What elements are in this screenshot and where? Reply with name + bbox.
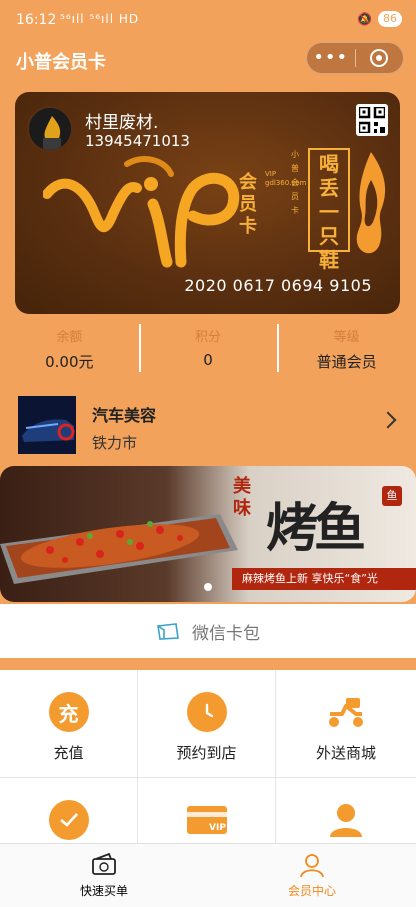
grid-item-delivery[interactable]: 外送商城 [276,670,416,778]
grid-item-label: 外送商城 [315,744,376,762]
member-icon [299,852,325,878]
user-icon [326,800,366,840]
card-number: 2020 0617 0694 9105 [184,276,372,295]
grid-item-booking[interactable]: 预约到店 [138,670,276,778]
vip-card[interactable]: 村里废材. 13945471013 会员卡 VIP gdl360.com 小普会… [15,92,400,314]
more-options-icon[interactable]: ••• [307,43,355,73]
close-miniprogram-button[interactable] [355,49,403,67]
grid-item-recharge[interactable]: 充 充值 [0,670,138,778]
brand-name: 喝丢一只鞋 [308,148,350,272]
stat-balance[interactable]: 余额 0.00元 [0,320,139,380]
card-pack-icon [156,622,180,640]
banner-ribbon: 麻辣烤鱼上新 享快乐“食”光 [232,568,416,590]
tab-quick-pay[interactable]: 快速买单 [0,844,208,907]
card-pack-label: 微信卡包 [192,623,260,644]
stat-label: 等级 [333,330,360,345]
qr-code-icon[interactable] [356,104,388,136]
flame-logo-icon [356,152,386,254]
stat-value: 0.00元 [45,353,94,371]
tab-label: 会员中心 [287,884,336,898]
charge-icon: 充 [48,692,89,732]
battery-indicator: 86 [378,11,402,27]
grid-item-label: 预约到店 [176,744,237,762]
banner-seal: 鱼 [382,486,402,506]
store-row[interactable]: 汽车美容 铁力市 [0,384,416,462]
signal-indicator: ⁵⁶ıll ⁵⁶ıll HD [60,12,140,26]
card-label: 会员卡 [239,172,257,237]
stat-value: 0 [203,351,213,369]
member-name: 村里废材. [85,113,159,133]
promo-banner[interactable]: 美味 烤鱼 鱼 麻辣烤鱼上新 享快乐“食”光 [0,466,416,602]
card-domain-text: VIP gdl360.com [265,170,307,187]
vip-card-icon: VIP [186,800,227,840]
tab-bar: 快速买单 会员中心 [0,843,416,907]
stat-value: 普通会员 [316,353,377,371]
function-grid: 充 充值 预约到店 外送商城 VIP [0,670,416,886]
stat-label: 余额 [56,330,83,345]
status-time: 16:12 [16,12,57,28]
status-bar: 16:12 ⁵⁶ıll ⁵⁶ıll HD 🔕 86 [0,0,416,38]
stat-label: 积分 [195,330,222,345]
grid-item-label: 充值 [53,744,84,762]
target-icon [370,49,389,67]
store-thumbnail [18,396,76,454]
app-page: 16:12 ⁵⁶ıll ⁵⁶ıll HD 🔕 86 小普会员卡 ••• 村里废材… [0,0,416,907]
miniprogram-capsule: ••• [306,42,404,74]
status-right: 🔕 86 [357,11,402,27]
avatar [27,106,73,152]
wallet-icon [91,852,117,878]
carousel-indicator[interactable] [204,583,212,591]
tab-label: 快速买单 [79,884,128,898]
member-stats: 余额 0.00元 积分 0 等级 普通会员 [0,320,416,380]
delivery-scooter-icon [326,692,366,732]
wechat-card-pack-button[interactable]: 微信卡包 [0,604,416,658]
brand-small-text: 小普会员卡 [291,150,299,215]
stat-level[interactable]: 等级 普通会员 [277,320,416,380]
tab-member-center[interactable]: 会员中心 [208,844,416,907]
stat-points[interactable]: 积分 0 [138,320,278,380]
store-location: 铁力市 [92,434,138,452]
svg-text:VIP: VIP [209,823,226,833]
vip-logo-art [43,156,240,268]
banner-headline: 烤鱼 [266,498,366,559]
app-title: 小普会员卡 [16,52,106,73]
chevron-right-icon [379,411,397,429]
mute-icon: 🔕 [357,12,372,26]
banner-subtitle: 美味 [233,476,251,519]
store-name: 汽车美容 [92,406,157,425]
check-ticket-icon [48,800,89,840]
member-phone: 13945471013 [85,132,190,150]
grilled-fish-image [0,514,238,584]
clock-icon [186,692,227,732]
